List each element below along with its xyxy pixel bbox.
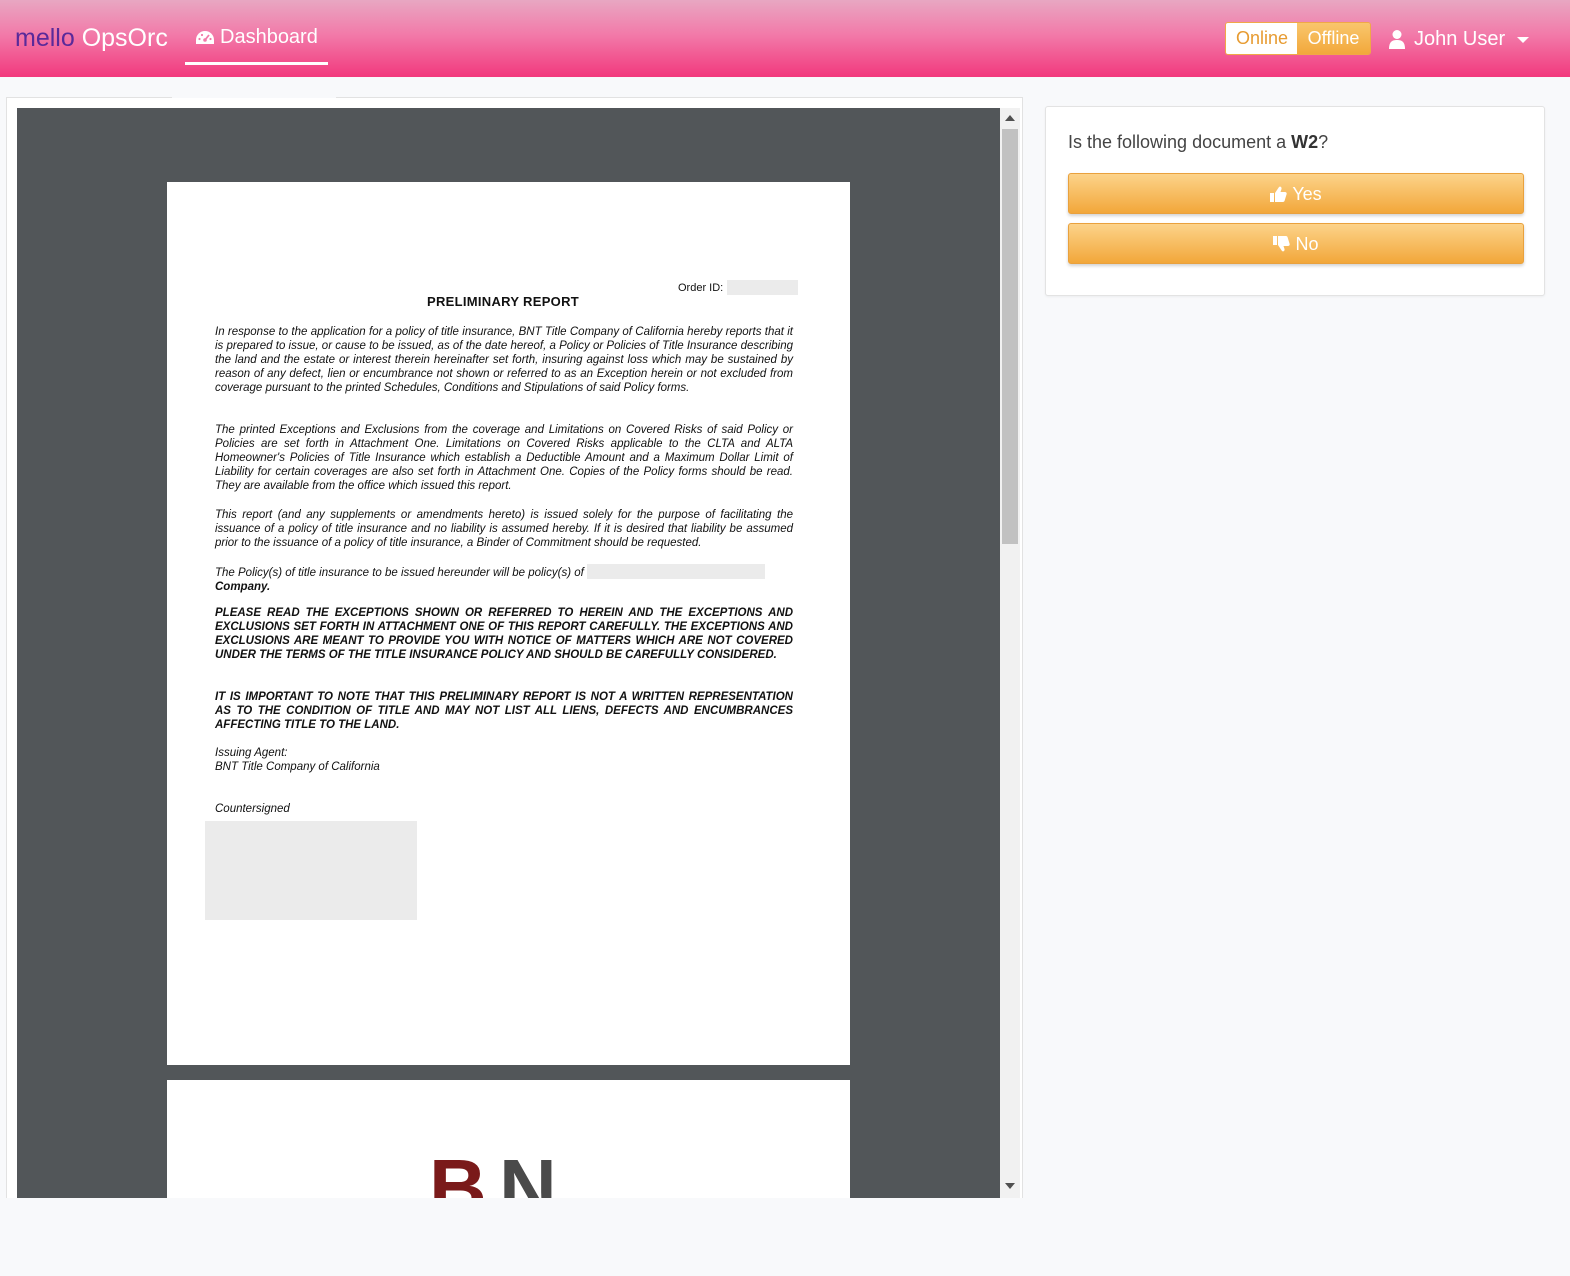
question-prefix: Is the following document a (1068, 132, 1292, 152)
issuing-agent-label: Issuing Agent: (215, 747, 288, 759)
document-page-2: B N (167, 1080, 850, 1198)
status-toggle: Online Offline (1225, 22, 1371, 55)
paragraph-3: This report (and any supplements or amen… (215, 509, 793, 550)
yes-button[interactable]: Yes (1068, 173, 1524, 214)
logo-letter-b: B (429, 1148, 487, 1198)
scroll-down-arrow-icon[interactable] (1005, 1183, 1015, 1189)
brand-name-part2: OpsOrc (81, 24, 168, 52)
paragraph-6: IT IS IMPORTANT TO NOTE THAT THIS PRELIM… (215, 691, 793, 732)
paragraph-4: The Policy(s) of title insurance to be i… (215, 564, 793, 594)
policy-redacted (586, 564, 765, 579)
policy-statement: The Policy(s) of title insurance to be i… (215, 567, 584, 579)
document-title: PRELIMINARY REPORT (426, 294, 580, 309)
policy-company: Company. (215, 581, 271, 594)
status-offline-button[interactable]: Offline (1297, 23, 1370, 54)
caret-down-icon (1517, 37, 1529, 43)
countersigned-label: Countersigned (215, 803, 290, 815)
no-label: No (1295, 234, 1319, 254)
brand-name-part1: mello (15, 24, 75, 52)
paragraph-1: In response to the application for a pol… (215, 326, 793, 395)
question-suffix: ? (1318, 132, 1329, 152)
brand-logo[interactable]: mello OpsOrc (15, 22, 168, 54)
question-card: Is the following document a W2? Yes No (1045, 106, 1545, 296)
dashboard-icon (196, 31, 214, 44)
scroll-up-arrow-icon[interactable] (1005, 115, 1015, 121)
paragraph-5: PLEASE READ THE EXCEPTIONS SHOWN OR REFE… (215, 607, 793, 662)
viewer-scrollbar-thumb[interactable] (1002, 129, 1018, 544)
top-navbar: mello OpsOrc Dashboard Online Offline Jo… (0, 0, 1570, 77)
logo-letter-n: N (499, 1148, 557, 1198)
document-page-1: Order ID: PRELIMINARY REPORT In response… (167, 182, 850, 1065)
order-id-label: Order ID: (678, 282, 724, 294)
nav-dashboard-link[interactable]: Dashboard (185, 0, 328, 65)
user-icon (1389, 30, 1405, 49)
status-online-button[interactable]: Online (1226, 23, 1297, 54)
yes-label: Yes (1292, 184, 1322, 204)
bnt-logo: B N (429, 1148, 574, 1198)
nav-dashboard-label: Dashboard (220, 26, 318, 48)
question-doc-type: W2 (1291, 132, 1319, 152)
user-name: John User (1414, 28, 1506, 50)
paragraph-2: The printed Exceptions and Exclusions fr… (215, 424, 793, 493)
thumbs-down-icon (1273, 236, 1291, 252)
no-button[interactable]: No (1068, 223, 1524, 264)
viewer-tab-gap (172, 96, 336, 98)
issuing-agent-name: BNT Title Company of California (215, 761, 380, 774)
question-text: Is the following document a W2? (1068, 131, 1328, 153)
issuing-agent-block: Issuing Agent: BNT Title Company of Cali… (215, 746, 793, 774)
signature-redacted (205, 821, 417, 920)
order-id-redacted (727, 280, 798, 295)
thumbs-up-icon (1270, 186, 1287, 202)
pdf-viewer[interactable]: Order ID: PRELIMINARY REPORT In response… (17, 108, 1000, 1198)
